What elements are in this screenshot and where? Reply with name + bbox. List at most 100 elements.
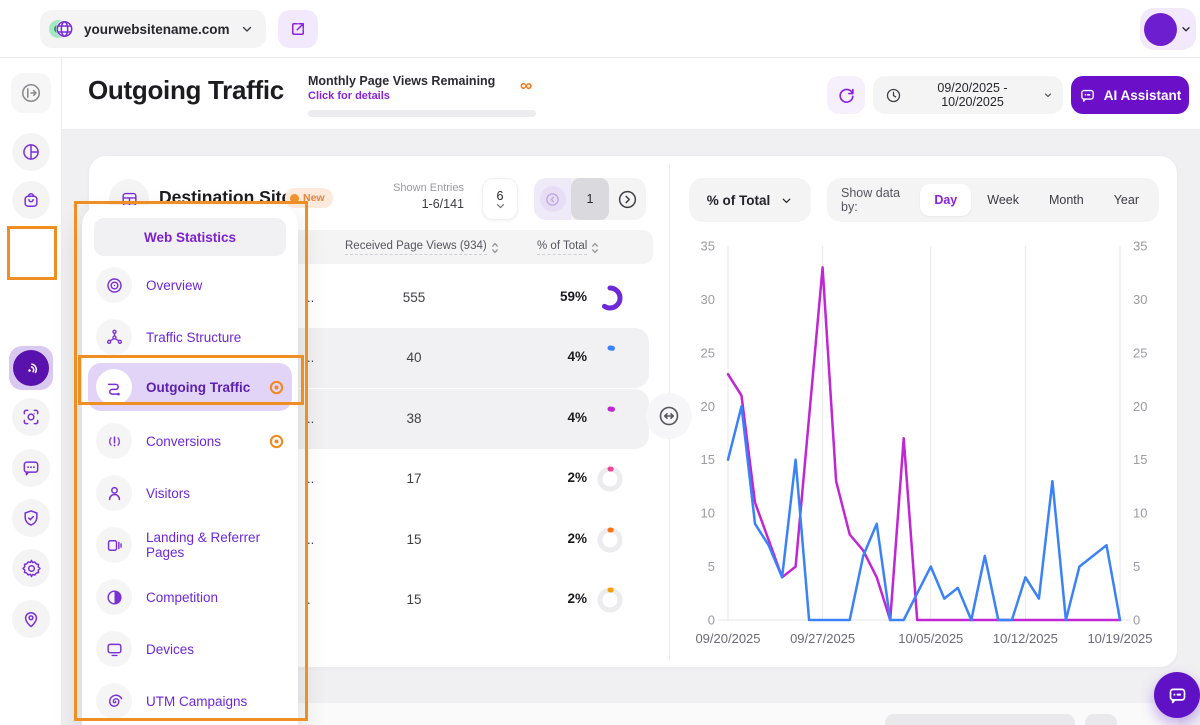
app-root: yourwebsitename.com Outgoing Traffic Mon… [0,0,1200,725]
website-selector[interactable]: yourwebsitename.com [40,10,266,48]
page-title: Outgoing Traffic [88,75,284,106]
date-range-picker[interactable]: 09/20/2025 - 10/20/2025 [873,76,1063,114]
shown-entries: Shown Entries 1-6/141 [351,182,464,211]
option-month[interactable]: Month [1035,184,1098,216]
date-range-value: 09/20/2025 - 10/20/2025 [910,81,1035,109]
expand-sidebar-button[interactable] [11,73,51,113]
pct-ring [597,466,623,492]
conversions-icon [96,423,132,459]
pct-value: 2% [517,531,587,546]
option-day[interactable]: Day [920,184,971,216]
pct-value: 2% [517,470,587,485]
menu-item-traffic-structure[interactable]: Traffic Structure [88,313,292,361]
website-name: yourwebsitename.com [84,22,231,37]
chat-icon [1079,87,1096,104]
annotation-target-icon [269,380,284,395]
views-value: 15 [344,532,484,547]
menu-item-conversions[interactable]: Conversions [88,417,292,465]
menu-item-devices[interactable]: Devices [88,625,292,673]
page-size-value: 6 [497,189,504,203]
pct-value: 4% [517,410,587,425]
new-badge: New [285,188,333,208]
views-value: 555 [344,290,484,305]
chat-icon [1167,685,1188,706]
support-chat-button[interactable] [1154,672,1200,718]
quota-details-link[interactable]: Click for details [308,90,390,102]
menu-item-label: Landing & Referrer Pages [146,530,284,560]
page-size-select[interactable]: 6 [482,178,518,220]
svg-text:0: 0 [1133,613,1140,628]
avatar [1144,13,1177,46]
option-year[interactable]: Year [1100,184,1153,216]
sidebar-item-location[interactable] [12,600,50,638]
web-statistics-menu: Web Statistics Overview Traffic Structur… [82,205,298,725]
refresh-button[interactable] [827,76,865,114]
svg-text:20: 20 [701,399,715,414]
menu-item-visitors[interactable]: Visitors [88,469,292,517]
sidebar-item-focus[interactable] [12,398,50,436]
menu-item-landing-referrer-pages[interactable]: Landing & Referrer Pages [88,521,292,569]
sidebar-item-security[interactable] [12,499,50,537]
metric-select[interactable]: % of Total [689,178,811,222]
svg-text:0: 0 [708,613,715,628]
menu-item-label: UTM Campaigns [146,694,284,709]
pct-ring [597,406,623,432]
ai-assistant-label: AI Assistant [1104,88,1182,103]
menu-item-outgoing-traffic[interactable]: Outgoing Traffic [88,363,292,411]
sidebar-item-settings[interactable] [12,549,50,587]
menu-item-label: Devices [146,642,284,657]
svg-text:5: 5 [708,559,715,574]
site-name: .. [307,532,314,547]
utm-campaigns-icon [96,683,132,719]
sidebar-item-web-statistics[interactable] [9,346,53,390]
show-data-by-label: Show data by: [841,186,912,214]
svg-text:35: 35 [701,239,715,254]
visitors-icon [96,475,132,511]
pct-value: 59% [517,289,587,304]
quota-progress-bar [308,110,536,117]
prev-page-button[interactable] [534,178,571,220]
overview-icon [96,267,132,303]
sidebar-item-comments[interactable] [12,449,50,487]
menu-item-label: Traffic Structure [146,330,284,345]
views-value: 38 [344,411,484,426]
arrow-right-icon [617,189,638,210]
account-menu[interactable] [1140,8,1196,50]
column-header-views[interactable]: Received Page Views (934) [345,240,499,255]
menu-item-competition[interactable]: Competition [88,573,292,621]
pct-value: 2% [517,591,587,606]
outgoing-traffic-icon [96,369,132,405]
option-week[interactable]: Week [973,184,1033,216]
radar-icon [13,350,49,386]
menu-item-overview[interactable]: Overview [88,261,292,309]
next-page-button[interactable] [609,178,646,220]
sort-icon [491,242,499,254]
menu-item-utm-campaigns[interactable]: UTM Campaigns [88,677,292,725]
svg-text:30: 30 [1133,292,1147,307]
pct-ring [597,285,623,311]
sidebar-item-dashboard[interactable] [12,133,50,171]
badge-dot [290,194,299,203]
svg-text:09/27/2025: 09/27/2025 [790,631,855,646]
views-value: 15 [344,592,484,607]
pct-ring [597,587,623,613]
ai-assistant-button[interactable]: AI Assistant [1071,76,1189,114]
column-header-pct[interactable]: % of Total [537,240,599,255]
page-header: Outgoing Traffic Monthly Page Views Rema… [62,58,1200,130]
arrow-left-icon [540,186,566,212]
site-name: .. [307,290,314,305]
current-page[interactable]: 1 [571,178,609,220]
shown-entries-label: Shown Entries [351,182,464,194]
icon-sidebar [0,58,62,725]
top-bar: yourwebsitename.com [0,0,1200,58]
chat-bubble-icon [21,458,41,478]
clock-icon [885,87,902,104]
svg-text:10/12/2025: 10/12/2025 [993,631,1058,646]
sidebar-item-store[interactable] [12,181,50,219]
chevron-down-icon [1180,23,1192,35]
site-name: .. [307,411,314,426]
pagination: 1 [534,178,646,220]
svg-text:09/20/2025: 09/20/2025 [695,631,760,646]
open-website-button[interactable] [278,10,318,48]
chevron-down-icon [240,22,254,36]
